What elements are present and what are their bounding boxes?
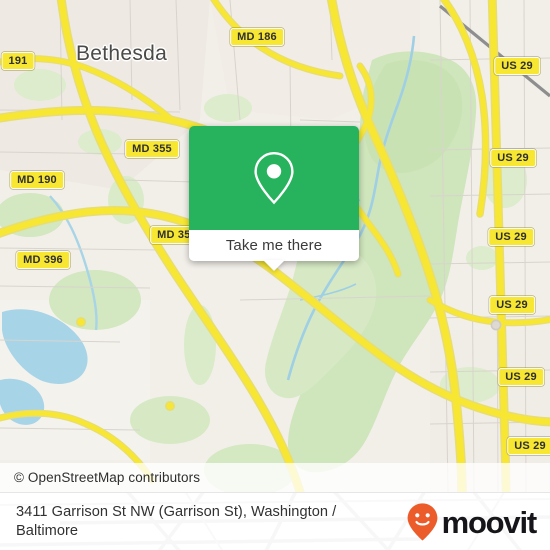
road-shield: US 29 (498, 368, 544, 386)
location-popup[interactable]: Take me there (189, 126, 359, 271)
footer-content: 3411 Garrison St NW (Garrison St), Washi… (0, 493, 550, 550)
popup-pointer-icon (263, 260, 285, 271)
map-attribution-bar: © OpenStreetMap contributors (0, 463, 550, 492)
popup-header (189, 126, 359, 230)
road-shield: US 29 (507, 437, 550, 455)
popup-action-bar[interactable]: Take me there (189, 230, 359, 271)
moovit-wordmark: moovit (441, 504, 538, 540)
road-shield: US 29 (488, 228, 534, 246)
road-shield: 191 (1, 52, 35, 70)
moovit-location-card: Bethesda MD 186 191 US 29 MD 355 MD 190 … (0, 0, 550, 550)
moovit-logo[interactable]: moovit (406, 502, 538, 542)
take-me-there-button[interactable]: Take me there (226, 237, 322, 254)
road-shield: MD 355 (125, 140, 179, 158)
road-shield: US 29 (489, 296, 535, 314)
road-shield: MD 396 (16, 251, 70, 269)
road-shield: US 29 (490, 149, 536, 167)
road-shield: MD 190 (10, 171, 64, 189)
road-shield: MD 186 (230, 28, 284, 46)
location-title: 3411 Garrison St NW (Garrison St), Washi… (16, 504, 337, 539)
openstreetmap-attribution-link[interactable]: © OpenStreetMap contributors (0, 470, 200, 485)
map-canvas[interactable]: Bethesda MD 186 191 US 29 MD 355 MD 190 … (0, 0, 550, 492)
map-pin-icon (254, 151, 294, 205)
card-footer: 3411 Garrison St NW (Garrison St), Washi… (0, 492, 550, 550)
road-shield: US 29 (494, 57, 540, 75)
moovit-pin-smiley-icon (407, 503, 437, 541)
